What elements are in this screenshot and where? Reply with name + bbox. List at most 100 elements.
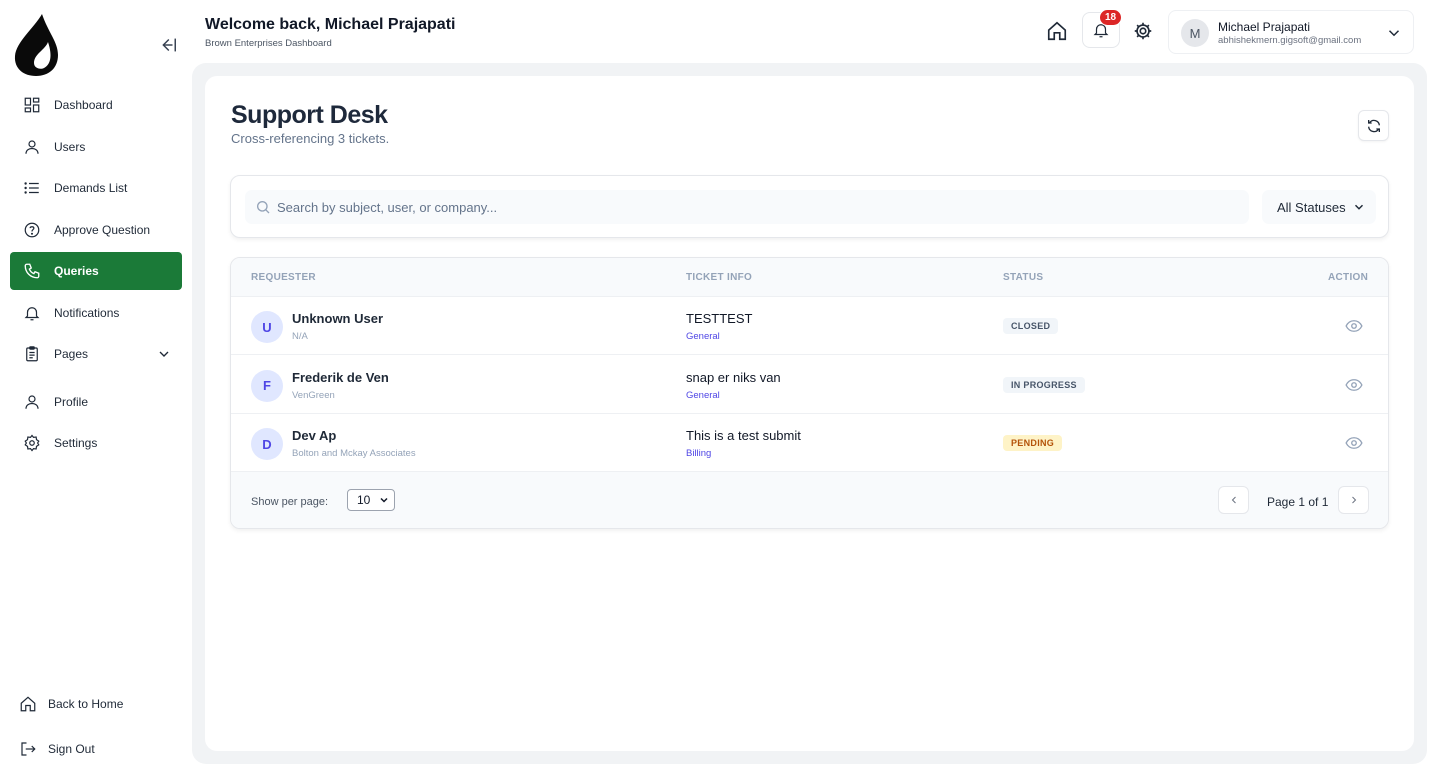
chevron-right-icon [1351,496,1356,504]
back-to-home-link[interactable]: Back to Home [18,688,178,720]
user-menu[interactable]: M Michael Prajapati abhishekmern.gigsoft… [1168,10,1414,54]
sidebar-item-profile[interactable]: Profile [10,383,182,421]
status-filter-select[interactable]: All Statuses [1262,190,1376,224]
dashboard-icon [22,95,42,115]
avatar: D [251,428,283,460]
sidebar-nav: Dashboard Users Demands List Approve Que… [10,86,182,466]
sidebar-item-label: Pages [54,347,89,361]
list-icon [22,178,42,198]
search-input[interactable] [277,190,1237,224]
table-row: D Dev Ap Bolton and Mckay Associates Thi… [231,414,1388,472]
sign-out-label: Sign Out [48,742,95,756]
ticket-subject: snap er niks van [686,369,781,385]
tickets-table: REQUESTER TICKET INFO STATUS ACTION U Un… [230,257,1389,529]
top-header: Welcome back, Michael Prajapati Brown En… [192,0,1440,64]
search-box [245,190,1249,224]
requester-company: N/A [292,331,308,342]
ticket-category: Billing [686,448,712,459]
table-footer: Show per page: 10 Page 1 of 1 [231,472,1388,528]
phone-icon [22,261,42,281]
collapse-sidebar-icon[interactable] [156,34,178,56]
home-icon[interactable] [1046,20,1068,42]
column-header-action: ACTION [1328,272,1369,283]
back-to-home-label: Back to Home [48,697,124,711]
question-icon [22,220,42,240]
sidebar-item-label: Notifications [54,305,120,320]
per-page-label: Show per page: [251,496,329,508]
per-page-select[interactable]: 10 [347,489,395,511]
ticket-category: General [686,331,720,342]
sign-out-link[interactable]: Sign Out [18,733,178,765]
ticket-subject: This is a test submit [686,428,801,443]
app-root: Dashboard Users Demands List Approve Que… [0,0,1440,777]
sidebar-item-label: Users [54,139,86,154]
requester-name: Unknown User [292,311,384,326]
sidebar-item-label: Dashboard [54,98,113,112]
column-header-ticket-info: TICKET INFO [686,272,753,283]
table-header: REQUESTER TICKET INFO STATUS ACTION [231,258,1388,297]
user-icon [22,137,42,157]
sidebar-item-pages[interactable]: Pages [10,335,182,373]
sidebar-item-notifications[interactable]: Notifications [10,294,182,332]
sidebar-item-demands-list[interactable]: Demands List [10,169,182,207]
refresh-button[interactable] [1358,110,1389,141]
requester-company: Bolton and Mckay Associates [292,448,416,459]
chevron-left-icon [1231,496,1236,504]
gear-icon [22,433,42,453]
sidebar-item-label: Demands List [54,181,128,195]
requester-company: VenGreen [292,389,335,401]
status-badge: IN PROGRESS [1003,376,1085,393]
status-badge: CLOSED [1003,318,1059,334]
chevron-down-icon [1354,204,1364,210]
sidebar-item-dashboard[interactable]: Dashboard [10,86,182,124]
user-name: Michael Prajapati [1218,20,1311,34]
ticket-subject: TESTTEST [686,311,753,326]
search-icon [257,201,270,214]
avatar: U [251,311,283,343]
sidebar-item-queries[interactable]: Queries [10,252,182,290]
status-badge: PENDING [1003,435,1063,451]
previous-page-button[interactable] [1218,486,1249,514]
view-eye-icon[interactable] [1345,377,1363,393]
table-row: F Frederik de Ven VenGreen snap er niks … [231,355,1388,414]
home-icon [18,694,38,714]
requester-name: Frederik de Ven [292,369,389,385]
sidebar-item-label: Approve Question [54,222,151,237]
next-page-button[interactable] [1338,486,1369,514]
notification-count-badge: 18 [1099,9,1123,26]
user-email: abhishekmern.gigsoft@gmail.com [1218,35,1362,46]
page-subtitle: Cross-referencing 3 tickets. [231,131,390,146]
sidebar-item-label: Settings [54,436,98,450]
logo-icon [14,14,59,76]
sidebar-item-label: Profile [54,394,89,409]
avatar: F [251,369,283,402]
clipboard-icon [22,344,42,364]
filter-bar: All Statuses [230,175,1389,238]
sidebar-item-users[interactable]: Users [10,128,182,166]
column-header-status: STATUS [1003,272,1044,283]
sidebar-item-settings[interactable]: Settings [10,424,182,462]
avatar: M [1181,19,1209,47]
refresh-icon [1367,119,1380,132]
sidebar-item-approve-question[interactable]: Approve Question [10,211,182,249]
settings-gear-icon[interactable] [1132,20,1154,42]
sidebar-bottom-links: Back to Home Sign Out [18,688,178,777]
user-icon [22,392,42,412]
sign-out-icon [18,739,38,759]
page-title: Support Desk [231,101,388,129]
status-filter-value: All Statuses [1277,199,1346,215]
chevron-down-icon[interactable] [1385,24,1403,42]
view-eye-icon[interactable] [1345,435,1363,451]
chevron-down-icon[interactable] [156,346,172,362]
bell-icon [22,303,42,323]
per-page-value: 10 [357,493,371,507]
welcome-message: Welcome back, Michael Prajapati [205,16,456,33]
sidebar-item-label: Queries [54,264,99,278]
sidebar: Dashboard Users Demands List Approve Que… [0,0,192,777]
company-name: Brown Enterprises Dashboard [205,38,332,49]
column-header-requester: REQUESTER [251,272,316,283]
requester-name: Dev Ap [292,428,337,443]
view-eye-icon[interactable] [1345,318,1363,334]
page-indicator: Page 1 of 1 [1267,495,1329,509]
ticket-category: General [686,389,720,401]
